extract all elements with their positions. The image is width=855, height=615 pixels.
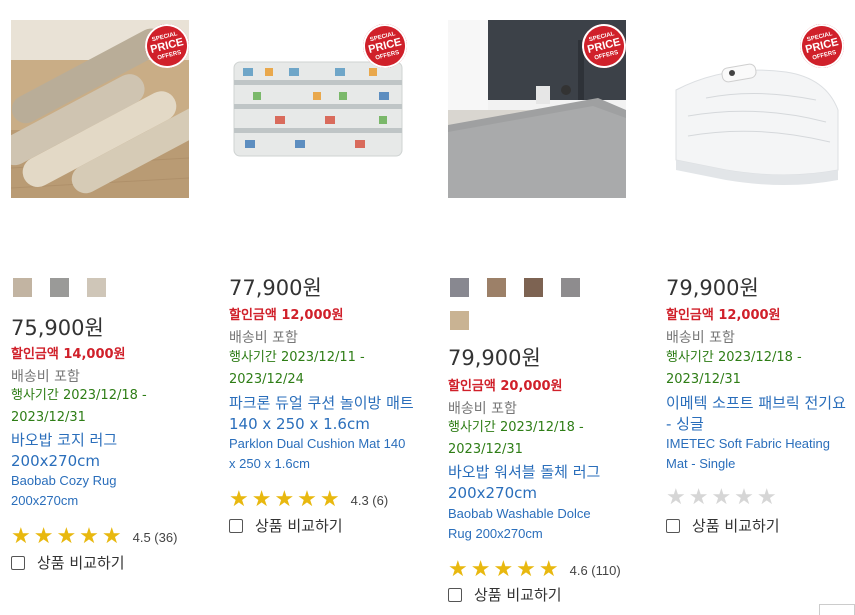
- discount-amount: 할인금액 12,000원: [666, 308, 781, 323]
- compare-checkbox[interactable]: 상품 비교하기: [666, 515, 780, 536]
- rating-stars: ★★★★★: [448, 557, 562, 582]
- color-swatch[interactable]: [524, 278, 543, 297]
- promo-period: 행사기간 2023/12/11 - 2023/12/24: [229, 350, 365, 387]
- color-swatch[interactable]: [50, 278, 69, 297]
- checkbox-icon[interactable]: [229, 518, 243, 533]
- compare-label: 상품 비교하기: [474, 586, 562, 604]
- product-rating[interactable]: ★★★★★ 4.3 (6): [229, 489, 388, 511]
- product-title-korean[interactable]: 바오밥 워셔블 돌체 러그 200x270cm: [448, 462, 633, 504]
- product-price: 75,900원: [11, 316, 104, 340]
- discount-amount: 할인금액 12,000원: [229, 308, 344, 323]
- checkbox-icon[interactable]: [448, 587, 462, 602]
- compare-label: 상품 비교하기: [255, 517, 343, 535]
- color-swatches: [13, 278, 213, 311]
- rating-stars: ★★★★★: [229, 487, 343, 512]
- scroll-to-top-button[interactable]: [819, 604, 855, 615]
- product-card: SPECIAL PRICE OFFERS 75,900원 할인금액 14,000…: [11, 19, 213, 580]
- product-price: 79,900원: [666, 276, 759, 300]
- shipping-info: 배송비 포함: [229, 330, 298, 346]
- product-title-korean[interactable]: 파크론 듀얼 쿠션 놀이방 매트 140 x 250 x 1.6cm: [229, 393, 414, 435]
- rating-score: 4.5 (36): [132, 529, 178, 545]
- color-swatch[interactable]: [450, 278, 469, 297]
- compare-checkbox[interactable]: 상품 비교하기: [448, 584, 562, 605]
- rating-stars: ★★★★★: [11, 524, 125, 549]
- color-swatch[interactable]: [87, 278, 106, 297]
- product-title-korean[interactable]: 바오밥 코지 러그 200x270cm: [11, 430, 151, 472]
- product-title-english[interactable]: Baobab Cozy Rug 200x270cm: [11, 471, 141, 511]
- product-title-english[interactable]: Baobab Washable Dolce Rug 200x270cm: [448, 504, 618, 544]
- product-rating: ★★★★★: [666, 487, 780, 509]
- checkbox-icon[interactable]: [666, 518, 680, 533]
- compare-label: 상품 비교하기: [692, 517, 780, 535]
- promo-period: 행사기간 2023/12/18 - 2023/12/31: [666, 350, 802, 387]
- product-card: SPECIAL PRICE OFFERS 77,900원 할인금액 12,000…: [229, 19, 429, 540]
- product-rating[interactable]: ★★★★★ 4.5 (36): [11, 526, 177, 548]
- color-swatch[interactable]: [487, 278, 506, 297]
- product-title-english[interactable]: Parklon Dual Cushion Mat 140 x 250 x 1.6…: [229, 434, 409, 474]
- compare-label: 상품 비교하기: [37, 554, 125, 572]
- color-swatch[interactable]: [561, 278, 580, 297]
- compare-checkbox[interactable]: 상품 비교하기: [11, 552, 125, 573]
- shipping-info: 배송비 포함: [11, 369, 80, 385]
- product-title-korean[interactable]: 이메텍 소프트 패브릭 전기요 - 싱글: [666, 393, 851, 435]
- promo-period: 행사기간 2023/12/18 - 2023/12/31: [11, 388, 147, 425]
- shipping-info: 배송비 포함: [666, 330, 735, 346]
- product-card: SPECIAL PRICE OFFERS 79,900원 할인금액 12,000…: [666, 19, 855, 540]
- rating-stars: ★★★★★: [666, 485, 780, 510]
- checkbox-icon[interactable]: [11, 555, 25, 570]
- rating-score: 4.3 (6): [350, 492, 389, 508]
- product-rating[interactable]: ★★★★★ 4.6 (110): [448, 559, 621, 581]
- compare-checkbox[interactable]: 상품 비교하기: [229, 515, 343, 536]
- color-swatch[interactable]: [450, 311, 469, 330]
- product-card: SPECIAL PRICE OFFERS 79,900원 할인금액 20,000…: [448, 19, 648, 605]
- color-swatches: [450, 278, 610, 344]
- promo-period: 행사기간 2023/12/18 - 2023/12/31: [448, 420, 584, 457]
- product-title-english[interactable]: IMETEC Soft Fabric Heating Mat - Single: [666, 434, 851, 474]
- color-swatch[interactable]: [13, 278, 32, 297]
- discount-amount: 할인금액 14,000원: [11, 347, 126, 362]
- product-price: 77,900원: [229, 276, 322, 300]
- product-price: 79,900원: [448, 346, 541, 370]
- shipping-info: 배송비 포함: [448, 401, 517, 417]
- discount-amount: 할인금액 20,000원: [448, 379, 563, 394]
- rating-score: 4.6 (110): [569, 562, 621, 578]
